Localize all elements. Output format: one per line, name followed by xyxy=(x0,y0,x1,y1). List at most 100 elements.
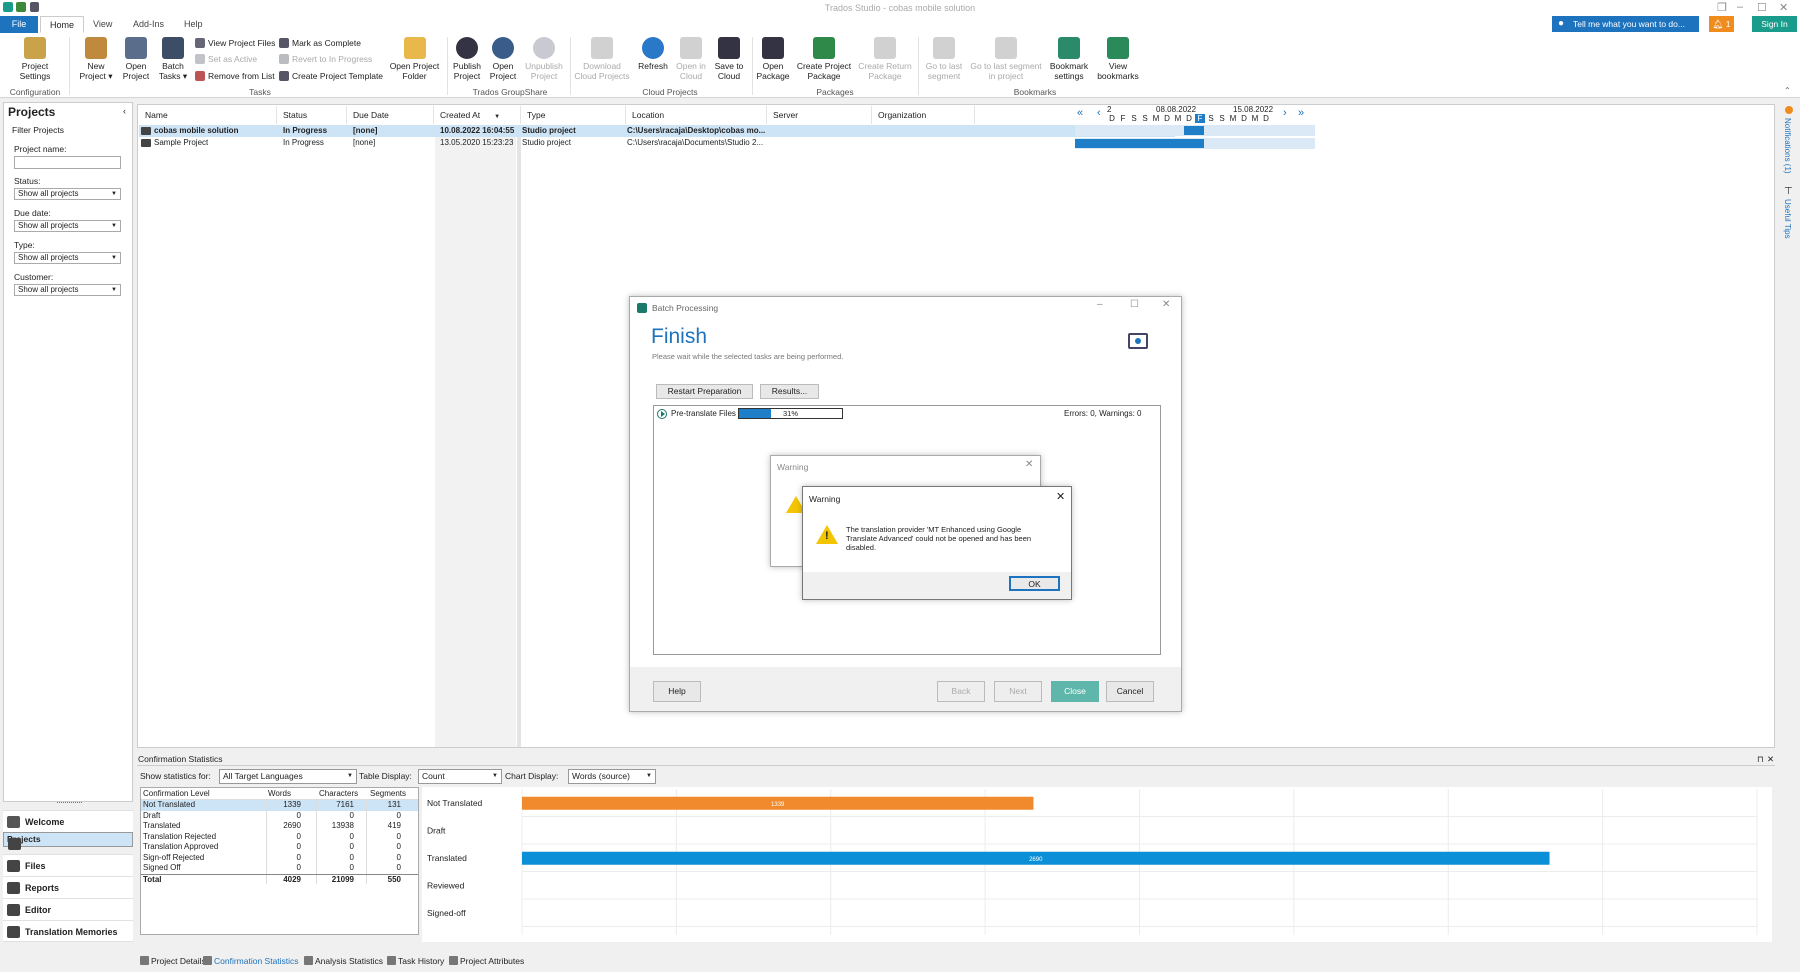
nav-files[interactable]: Files xyxy=(3,854,133,876)
new-project-button[interactable]: New Project ▾ xyxy=(76,37,116,81)
nav-projects[interactable]: Projects xyxy=(3,832,133,850)
maximize-icon[interactable]: ☐ xyxy=(1757,1,1767,14)
table-row[interactable]: cobas mobile solution In Progress [none]… xyxy=(138,125,975,137)
nav-welcome[interactable]: Welcome xyxy=(3,810,133,832)
pin-icon[interactable]: ⊤ xyxy=(1784,186,1793,197)
tab-add-ins[interactable]: Add-Ins xyxy=(124,16,173,33)
open-project-groupshare-button[interactable]: Open Project xyxy=(485,37,521,81)
customer-select[interactable]: Show all projects ▼ xyxy=(14,284,121,296)
mark-as-complete-button[interactable]: Mark as Complete xyxy=(279,38,361,48)
table-row[interactable]: Translation Approved 0 0 0 xyxy=(141,842,418,853)
gantt-bar-1[interactable] xyxy=(1184,126,1204,135)
tab-confirmation-statistics[interactable]: Confirmation Statistics xyxy=(203,956,299,966)
pin-icon[interactable]: ⊓ xyxy=(1757,752,1764,766)
col-header-name[interactable]: Name xyxy=(139,106,277,124)
notifications-tab[interactable]: Notifications (1) xyxy=(1783,118,1792,174)
nav-reports[interactable]: Reports xyxy=(3,876,133,898)
unpublish-project-button[interactable]: Unpublish Project xyxy=(522,37,566,81)
tab-home[interactable]: Home xyxy=(40,16,85,33)
open-project-button[interactable]: Open Project xyxy=(117,37,155,81)
target-language-select[interactable]: All Target Languages ▼ xyxy=(219,769,357,784)
ok-button[interactable]: OK xyxy=(1009,576,1060,591)
tell-me-search[interactable]: ● Tell me what you want to do... xyxy=(1552,16,1699,32)
batch-tasks-button[interactable]: Batch Tasks ▾ xyxy=(154,37,192,81)
table-display-select[interactable]: Count ▼ xyxy=(418,769,502,784)
tab-task-history[interactable]: Task History xyxy=(387,956,444,966)
chart-display-select[interactable]: Words (source) ▼ xyxy=(568,769,656,784)
batch-settings-icon[interactable] xyxy=(1128,333,1148,349)
nav-editor[interactable]: Editor xyxy=(3,898,133,920)
revert-to-in-progress-button[interactable]: Revert to In Progress xyxy=(279,54,372,64)
tab-file[interactable]: File xyxy=(0,16,38,33)
publish-project-button[interactable]: Publish Project xyxy=(449,37,485,81)
timeline-first-icon[interactable]: « xyxy=(1077,107,1083,119)
col-header-type[interactable]: Type xyxy=(521,106,626,124)
refresh-button[interactable]: Refresh xyxy=(634,37,672,71)
table-row[interactable]: Not Translated 1339 7161 131 xyxy=(141,800,418,811)
open-package-button[interactable]: Open Package xyxy=(754,37,792,81)
tab-project-details[interactable]: Project Details xyxy=(140,956,206,966)
timeline-prev-icon[interactable]: ‹ xyxy=(1097,107,1101,119)
due-date-select[interactable]: Show all projects ▼ xyxy=(14,220,121,232)
create-project-package-button[interactable]: Create Project Package xyxy=(795,37,853,81)
type-select[interactable]: Show all projects ▼ xyxy=(14,252,121,264)
minimize-icon[interactable]: – xyxy=(1097,299,1103,310)
gantt-bar-2[interactable] xyxy=(1075,139,1204,148)
nav-translation-memories[interactable]: Translation Memories xyxy=(3,920,133,942)
minimize-icon[interactable]: – xyxy=(1737,1,1743,13)
project-name-input[interactable] xyxy=(14,156,121,169)
create-project-template-button[interactable]: Create Project Template xyxy=(279,71,383,81)
splitter-grip[interactable] xyxy=(57,802,82,803)
go-to-last-segment-button[interactable]: Go to last segment xyxy=(920,37,968,81)
set-as-active-button[interactable]: Set as Active xyxy=(195,54,257,64)
col-header-server[interactable]: Server xyxy=(767,106,872,124)
tab-analysis-statistics[interactable]: Analysis Statistics xyxy=(304,956,383,966)
go-to-last-segment-in-project-button[interactable]: Go to last segment in project xyxy=(970,37,1042,81)
col-header-created-at[interactable]: Created At ▼ xyxy=(434,106,521,124)
collapse-ribbon-icon[interactable]: ⌃ xyxy=(1784,86,1791,95)
table-row[interactable]: Translation Rejected 0 0 0 xyxy=(141,831,418,842)
close-icon[interactable]: ✕ xyxy=(1025,459,1033,470)
cancel-button[interactable]: Cancel xyxy=(1106,681,1154,702)
table-row[interactable]: Signed Off 0 0 0 xyxy=(141,863,418,874)
timeline-next-icon[interactable]: › xyxy=(1283,107,1287,119)
open-in-cloud-button[interactable]: Open in Cloud xyxy=(672,37,710,81)
restart-preparation-button[interactable]: Restart Preparation xyxy=(656,384,753,399)
open-project-folder-button[interactable]: Open Project Folder xyxy=(387,37,442,81)
create-return-package-button[interactable]: Create Return Package xyxy=(856,37,914,81)
bookmark-settings-button[interactable]: Bookmark settings xyxy=(1047,37,1091,81)
close-icon[interactable]: ✕ xyxy=(1056,490,1065,503)
next-button[interactable]: Next xyxy=(994,681,1042,702)
table-row[interactable]: Draft 0 0 0 xyxy=(141,810,418,821)
maximize-icon[interactable]: ☐ xyxy=(1130,299,1139,310)
col-header-location[interactable]: Location xyxy=(626,106,767,124)
collapse-panel-icon[interactable]: ‹ xyxy=(123,106,126,116)
table-row[interactable]: Translated 2690 13938 419 xyxy=(141,821,418,832)
view-project-files-button[interactable]: View Project Files xyxy=(195,38,275,48)
close-panel-icon[interactable]: ✕ xyxy=(1767,752,1774,766)
save-to-cloud-button[interactable]: Save to Cloud xyxy=(710,37,748,81)
results-button[interactable]: Results... xyxy=(760,384,819,399)
tab-view[interactable]: View xyxy=(84,16,121,33)
col-header-due-date[interactable]: Due Date xyxy=(347,106,434,124)
restore-icon[interactable]: ❐ xyxy=(1717,1,1727,14)
project-settings-button[interactable]: Project Settings xyxy=(10,37,60,81)
table-row[interactable]: Sample Project In Progress [none] 13.05.… xyxy=(138,137,975,149)
sign-in-button[interactable]: Sign In xyxy=(1752,16,1797,32)
close-icon[interactable]: ✕ xyxy=(1779,1,1788,14)
table-row[interactable]: Total 4029 21099 550 xyxy=(141,873,418,884)
tab-project-attributes[interactable]: Project Attributes xyxy=(449,956,524,966)
table-row[interactable]: Sign-off Rejected 0 0 0 xyxy=(141,852,418,863)
remove-from-list-button[interactable]: Remove from List xyxy=(195,71,275,81)
help-button[interactable]: Help xyxy=(653,681,701,702)
status-select[interactable]: Show all projects ▼ xyxy=(14,188,121,200)
download-cloud-projects-button[interactable]: Download Cloud Projects xyxy=(574,37,630,81)
tab-help[interactable]: Help xyxy=(175,16,212,33)
col-header-organization[interactable]: Organization xyxy=(872,106,975,124)
useful-tips-tab[interactable]: Useful Tips xyxy=(1783,199,1792,239)
view-bookmarks-button[interactable]: View bookmarks xyxy=(1096,37,1140,81)
alerts-button[interactable]: 🔔︎ 1 xyxy=(1709,16,1734,32)
back-button[interactable]: Back xyxy=(937,681,985,702)
close-button[interactable]: Close xyxy=(1051,681,1099,702)
col-header-status[interactable]: Status xyxy=(277,106,347,124)
